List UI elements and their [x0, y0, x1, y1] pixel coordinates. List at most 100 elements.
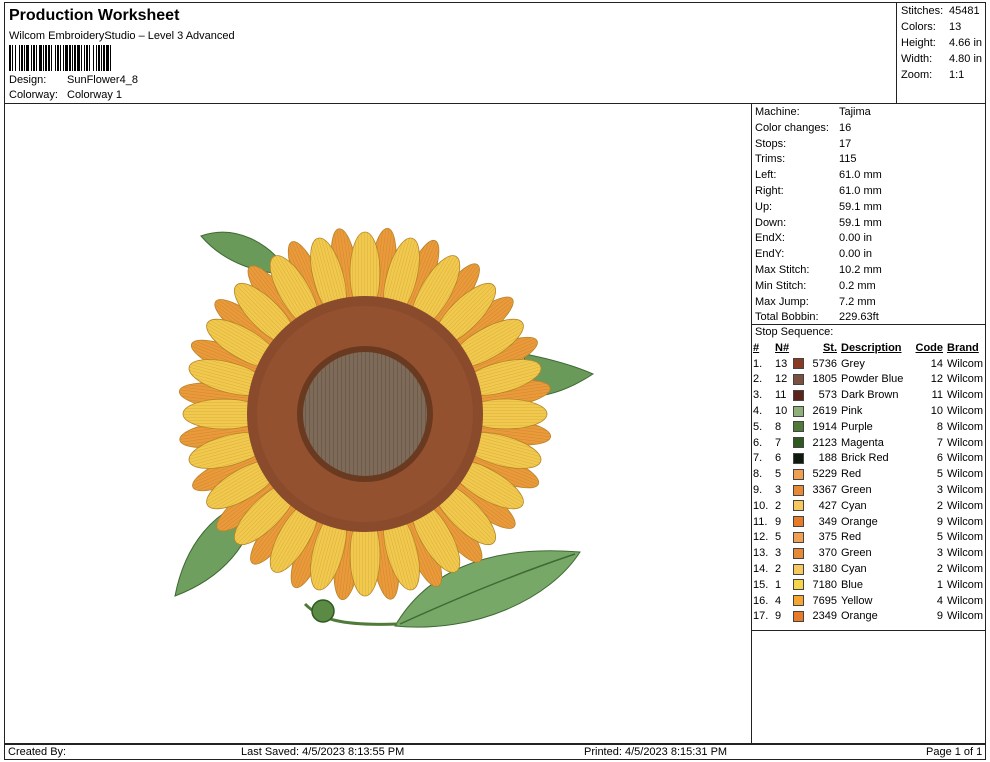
- design-name-row: Design: SunFlower4_8: [9, 74, 138, 86]
- design-stats-box: Stitches: 45481 Colors: 13 Height: 4.66 in Wid…: [896, 3, 987, 103]
- color-swatch-cell: [793, 482, 807, 498]
- table-row: 13. 3 370 Green 3 Wilcom: [753, 545, 983, 561]
- color-description: Blue: [841, 578, 864, 591]
- color-swatch-cell: [793, 514, 807, 530]
- machine-info-label: Color changes:: [755, 121, 829, 134]
- column-header: N#: [775, 341, 790, 354]
- column-header: Brand: [947, 341, 979, 354]
- table-row: 10. 2 427 Cyan 2 Wilcom: [753, 498, 983, 514]
- color-swatch: [793, 405, 804, 417]
- table-row: 1. 13 5736 Grey 14 Wilcom: [753, 356, 983, 372]
- machine-info-row: Up: 59.1 mm: [755, 201, 882, 213]
- worksheet-header: Production Worksheet Wilcom EmbroiderySt…: [4, 2, 986, 104]
- needle-number: 4: [775, 594, 782, 607]
- color-swatch: [793, 500, 804, 512]
- table-row: 12. 5 375 Red 5 Wilcom: [753, 530, 983, 546]
- thread-brand: Wilcom: [947, 610, 984, 623]
- machine-info-row: Max Jump: 7.2 mm: [755, 296, 876, 308]
- stop-number: 8.: [753, 468, 763, 481]
- table-row: 4. 10 2619 Pink 10 Wilcom: [753, 403, 983, 419]
- color-swatch-cell: [793, 356, 807, 372]
- thread-brand: Wilcom: [947, 499, 984, 512]
- color-swatch: [793, 532, 804, 544]
- needle-number: 8: [775, 420, 782, 433]
- design-label: Design:: [9, 74, 47, 86]
- thread-brand: Wilcom: [947, 373, 984, 386]
- stat-label: Colors:: [901, 21, 936, 33]
- machine-info-row: Max Stitch: 10.2 mm: [755, 264, 882, 276]
- color-code: 10: [930, 405, 943, 418]
- color-description: Green: [841, 547, 872, 560]
- stat-value: 4.66 in: [949, 37, 983, 49]
- machine-info-label: Max Stitch:: [755, 264, 810, 276]
- thread-brand: Wilcom: [947, 468, 984, 481]
- machine-info-value: 0.2 mm: [839, 279, 876, 292]
- stop-sequence-table: # N# St. Description Code Brand 1. 13 5736 Grey 1…: [753, 340, 983, 624]
- color-description: Dark Brown: [841, 389, 899, 402]
- stat-label: Zoom:: [901, 69, 933, 81]
- machine-info-label: Down:: [755, 216, 787, 229]
- thread-brand: Wilcom: [947, 436, 984, 449]
- thread-brand: Wilcom: [947, 578, 984, 591]
- created-by: Created By:: [8, 746, 67, 758]
- stop-number: 16.: [753, 594, 769, 607]
- color-description: Cyan: [841, 563, 867, 576]
- needle-number: 2: [775, 499, 782, 512]
- color-code: 8: [936, 420, 943, 433]
- stitch-count: 2349: [812, 610, 837, 623]
- color-description: Red: [841, 531, 862, 544]
- design-value: SunFlower4_8: [67, 74, 138, 86]
- color-swatch: [793, 611, 804, 623]
- stop-number: 15.: [753, 578, 769, 591]
- color-swatch: [793, 389, 804, 401]
- stat-value: 4.80 in: [949, 53, 983, 65]
- color-swatch-cell: [793, 593, 807, 609]
- stitch-count: 7695: [812, 594, 837, 607]
- sunflower-design-image: [174, 227, 595, 628]
- color-swatch-cell: [793, 577, 807, 593]
- machine-info-label: EndY:: [755, 248, 785, 261]
- machine-info-label: Total Bobbin:: [755, 311, 819, 324]
- machine-info-label: Left:: [755, 169, 777, 182]
- machine-info-label: Stops:: [755, 137, 787, 150]
- needle-number: 10: [775, 405, 788, 418]
- colorway-value: Colorway 1: [67, 89, 123, 101]
- machine-info-panel: Machine: Tajima Color changes: 16 Stops: 17 Tr…: [751, 104, 986, 744]
- machine-info-label: Trims:: [755, 153, 786, 166]
- color-code: 2: [936, 499, 943, 512]
- machine-info-label: Right:: [755, 185, 784, 197]
- stat-row: Width: 4.80 in: [901, 53, 982, 65]
- color-swatch-cell: [793, 435, 807, 451]
- color-description: Cyan: [841, 499, 867, 512]
- color-code: 3: [936, 547, 943, 560]
- barcode-image: [9, 45, 111, 71]
- color-description: Orange: [841, 610, 878, 623]
- color-swatch-cell: [793, 451, 807, 467]
- table-row: 3. 11 573 Dark Brown 11 Wilcom: [753, 387, 983, 403]
- swatch-column-header: [793, 340, 807, 356]
- table-row: 15. 1 7180 Blue 1 Wilcom: [753, 577, 983, 593]
- color-swatch: [793, 374, 804, 386]
- stitch-count: 1914: [812, 420, 837, 433]
- machine-info-value: 61.0 mm: [839, 185, 882, 197]
- color-code: 9: [936, 610, 943, 623]
- stitch-count: 188: [818, 452, 837, 465]
- last-saved: Last Saved: 4/5/2023 8:13:55 PM: [241, 746, 405, 758]
- stop-number: 9.: [753, 484, 763, 497]
- stop-sequence-title: Stop Sequence:: [755, 326, 834, 338]
- color-swatch: [793, 516, 804, 528]
- table-row: 8. 5 5229 Red 5 Wilcom: [753, 466, 983, 482]
- color-swatch: [793, 579, 804, 591]
- software-name: Wilcom EmbroideryStudio – Level 3 Advanc…: [9, 30, 235, 42]
- color-description: Red: [841, 468, 862, 481]
- machine-info-row: EndX: 0.00 in: [755, 232, 872, 244]
- color-code: 6: [936, 452, 943, 465]
- machine-info-row: Left: 61.0 mm: [755, 169, 882, 181]
- stat-value: 45481: [949, 5, 980, 17]
- column-header: #: [753, 341, 760, 354]
- stitch-count: 5736: [812, 357, 837, 370]
- color-swatch: [793, 421, 804, 433]
- machine-info-label: Min Stitch:: [755, 279, 807, 292]
- color-swatch-cell: [793, 609, 807, 625]
- stat-label: Height:: [901, 37, 936, 49]
